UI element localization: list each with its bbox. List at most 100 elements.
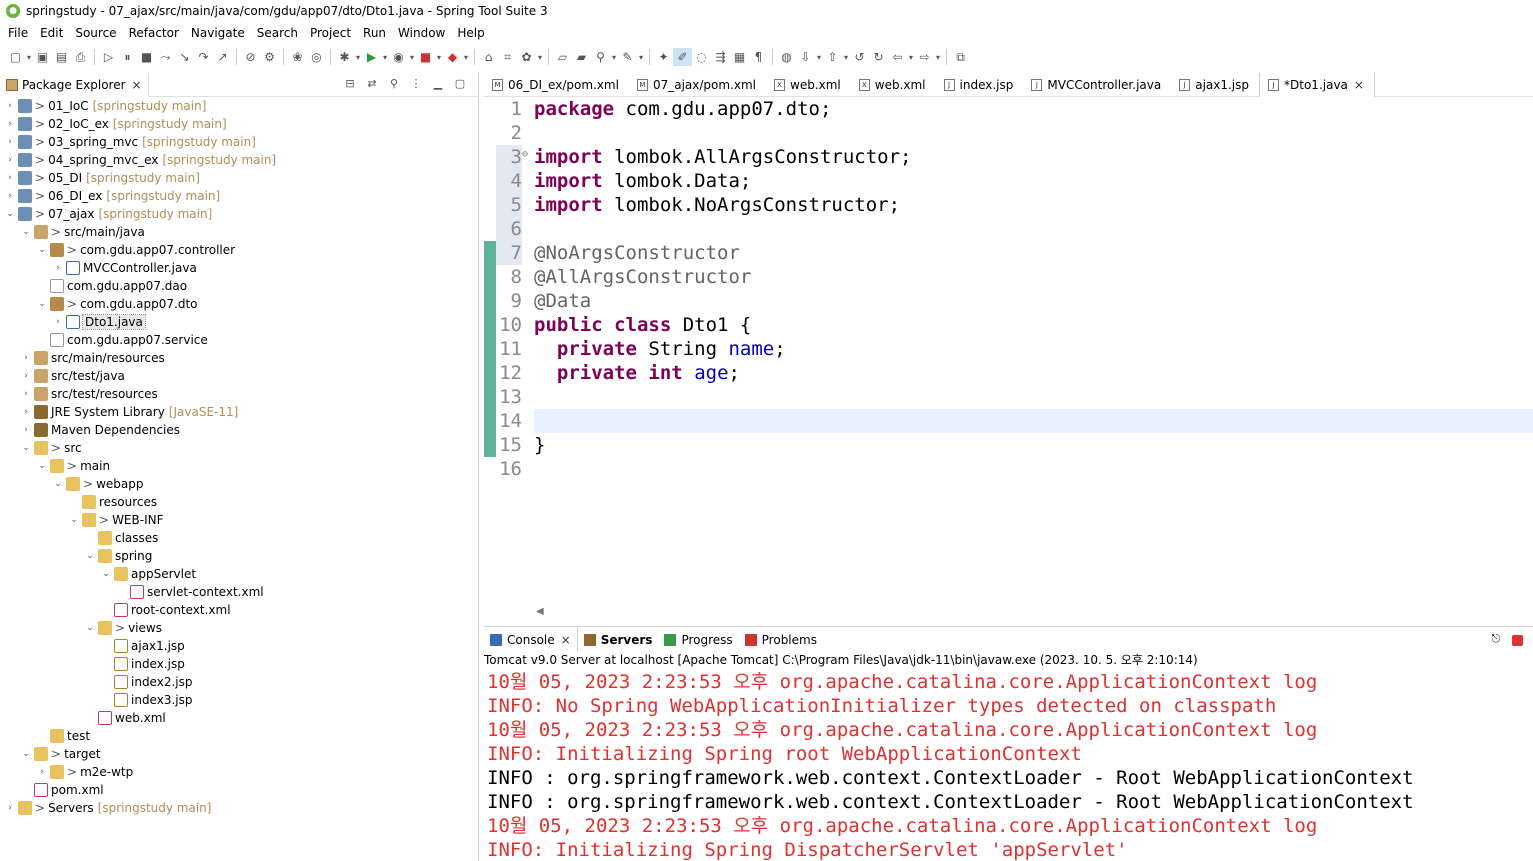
- tree-item[interactable]: › > Servers [springstudy main]: [0, 799, 211, 817]
- tree-item[interactable]: root-context.xml: [0, 601, 231, 619]
- show-whitespace-icon[interactable]: ▦: [730, 48, 749, 66]
- chevron-right-icon[interactable]: ›: [4, 191, 16, 201]
- open-folder-icon[interactable]: ▱: [553, 48, 572, 66]
- tree-item[interactable]: › JRE System Library [JavaSE-11]: [0, 403, 238, 421]
- fold-marker-icon[interactable]: ⊖: [522, 149, 528, 160]
- editor-tab[interactable]: Xweb.xml: [766, 73, 851, 97]
- menu-search[interactable]: Search: [251, 22, 304, 44]
- tree-item[interactable]: › >04_spring_mvc_ex [springstudy main]: [0, 151, 276, 169]
- menu-help[interactable]: Help: [451, 22, 490, 44]
- menu-refactor[interactable]: Refactor: [123, 22, 185, 44]
- tree-item[interactable]: pom.xml: [0, 781, 104, 799]
- step-over-icon[interactable]: ↷: [194, 48, 213, 66]
- tree-item[interactable]: › > m2e-wtp: [0, 763, 133, 781]
- scroll-left-icon[interactable]: ◀: [536, 606, 544, 617]
- menu-source[interactable]: Source: [69, 22, 122, 44]
- tree-item[interactable]: web.xml: [0, 709, 166, 727]
- editor-tab[interactable]: J *Dto1.java ×: [1259, 72, 1375, 97]
- spring-icon[interactable]: ❀: [288, 48, 307, 66]
- tree-item[interactable]: index2.jsp: [0, 673, 192, 691]
- block-selection-icon[interactable]: ◌: [692, 48, 711, 66]
- menu-window[interactable]: Window: [392, 22, 451, 44]
- coverage-icon[interactable]: ◉: [389, 48, 408, 66]
- chevron-down-icon[interactable]: ⌄: [68, 515, 80, 525]
- menu-navigate[interactable]: Navigate: [185, 22, 251, 44]
- editor-tab[interactable]: J MVCController.java: [1023, 73, 1171, 97]
- remove-launches-icon[interactable]: ⎋: [1488, 632, 1504, 648]
- print-icon[interactable]: ⎙: [71, 48, 90, 66]
- menu-project[interactable]: Project: [304, 22, 357, 44]
- save-icon[interactable]: ▣: [33, 48, 52, 66]
- new-spring-project-icon[interactable]: ✿: [517, 48, 536, 66]
- chevron-down-icon[interactable]: ▾: [637, 53, 645, 62]
- tree-item[interactable]: index.jsp: [0, 655, 185, 673]
- new-java-class-icon[interactable]: ⌗: [498, 48, 517, 66]
- disconnect-icon[interactable]: ⤳: [156, 48, 175, 66]
- chevron-right-icon[interactable]: ›: [4, 101, 16, 111]
- chevron-down-icon[interactable]: ▾: [815, 53, 823, 62]
- tree-item[interactable]: › src/main/resources: [0, 349, 165, 367]
- tree-item[interactable]: › >06_DI_ex [springstudy main]: [0, 187, 220, 205]
- chevron-down-icon[interactable]: ▾: [381, 53, 389, 62]
- open-type-icon[interactable]: ◎: [307, 48, 326, 66]
- step-return-icon[interactable]: ↗: [213, 48, 232, 66]
- chevron-down-icon[interactable]: ⌄: [84, 551, 96, 561]
- tree-item[interactable]: servlet-context.xml: [0, 583, 264, 601]
- tree-item[interactable]: ⌄ > main: [0, 457, 110, 475]
- chevron-down-icon[interactable]: ⌄: [36, 245, 48, 255]
- chevron-down-icon[interactable]: ⌄: [4, 209, 16, 219]
- terminate-icon[interactable]: [1512, 634, 1523, 646]
- tree-item[interactable]: › >05_DI [springstudy main]: [0, 169, 200, 187]
- close-icon[interactable]: ×: [561, 633, 571, 647]
- skip-breakpoints-icon[interactable]: ⊘: [241, 48, 260, 66]
- chevron-down-icon[interactable]: ⌄: [20, 749, 32, 759]
- menu-run[interactable]: Run: [357, 22, 392, 44]
- close-icon[interactable]: ×: [1354, 78, 1364, 92]
- menu-file[interactable]: File: [2, 22, 34, 44]
- tree-item[interactable]: ⌄ > views: [0, 619, 162, 637]
- tree-item[interactable]: ajax1.jsp: [0, 637, 185, 655]
- collapse-all-icon[interactable]: ⊟: [340, 77, 360, 93]
- close-icon[interactable]: ×: [132, 78, 142, 92]
- next-annotation-icon[interactable]: ⇩: [796, 48, 815, 66]
- maximize-icon[interactable]: ▢: [450, 77, 470, 93]
- tree-item[interactable]: › >02_IoC_ex [springstudy main]: [0, 115, 227, 133]
- chevron-down-icon[interactable]: ⌄: [100, 569, 112, 579]
- globe-icon[interactable]: ◍: [777, 48, 796, 66]
- word-wrap-icon[interactable]: ⇶: [711, 48, 730, 66]
- previous-annotation-icon[interactable]: ⇧: [823, 48, 842, 66]
- chevron-right-icon[interactable]: ›: [4, 119, 16, 129]
- chevron-down-icon[interactable]: ⌄: [36, 299, 48, 309]
- chevron-right-icon[interactable]: ›: [20, 371, 32, 381]
- tree-item[interactable]: › >01_IoC [springstudy main]: [0, 97, 206, 115]
- tree-item[interactable]: › MVCController.java: [0, 259, 197, 277]
- editor-tab[interactable]: Jindex.jsp: [936, 73, 1024, 97]
- terminate-icon[interactable]: ■: [137, 48, 156, 66]
- filter-icon[interactable]: ⚲: [384, 77, 404, 93]
- chevron-right-icon[interactable]: ›: [36, 767, 48, 777]
- tree-item[interactable]: ⌄ >07_ajax [springstudy main]: [0, 205, 212, 223]
- forward-edit-icon[interactable]: ↻: [869, 48, 888, 66]
- editor-tab[interactable]: Jajax1.jsp: [1171, 73, 1259, 97]
- mark-occurrences-icon[interactable]: ✐: [673, 48, 692, 66]
- minimize-icon[interactable]: ▁: [428, 77, 448, 93]
- tree-item[interactable]: com.gdu.app07.service: [0, 331, 208, 349]
- forward-icon[interactable]: ⇨: [915, 48, 934, 66]
- toggle-annotation-icon[interactable]: ✦: [654, 48, 673, 66]
- run-icon[interactable]: ▶: [362, 48, 381, 66]
- pilcrow-icon[interactable]: ¶: [749, 48, 768, 66]
- boot-dashboard-icon[interactable]: ⚙: [260, 48, 279, 66]
- step-into-icon[interactable]: ↘: [175, 48, 194, 66]
- editor-tab[interactable]: M 06_DI_ex/pom.xml: [484, 73, 629, 97]
- chevron-right-icon[interactable]: ›: [4, 173, 16, 183]
- chevron-down-icon[interactable]: ▾: [435, 53, 443, 62]
- editor-text-area[interactable]: 1 package com.gdu.app07.dto; 2 3 import lomb…: [484, 97, 1533, 603]
- link-with-editor-icon[interactable]: ⇄: [362, 77, 382, 93]
- search-icon[interactable]: ⚲: [591, 48, 610, 66]
- tree-item[interactable]: › >03_spring_mvc [springstudy main]: [0, 133, 256, 151]
- tree-item[interactable]: ⌄ appServlet: [0, 565, 196, 583]
- back-icon[interactable]: ⇦: [888, 48, 907, 66]
- tree-item[interactable]: com.gdu.app07.dao: [0, 277, 187, 295]
- tab-console[interactable]: Console ×: [484, 627, 578, 653]
- chevron-down-icon[interactable]: ▾: [462, 53, 470, 62]
